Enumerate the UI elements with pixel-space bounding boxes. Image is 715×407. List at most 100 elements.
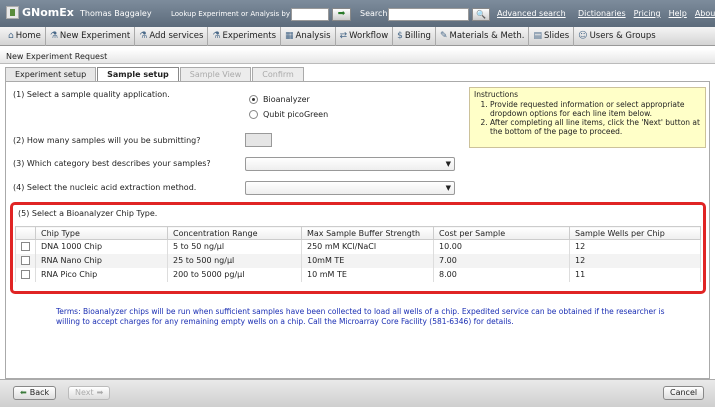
tab-sample-view: Sample View <box>179 67 252 81</box>
sample-category-select[interactable]: ▼ <box>245 157 455 171</box>
table-header-row: Chip Type Concentration Range Max Sample… <box>15 226 701 240</box>
advanced-search-link[interactable]: Advanced search <box>497 9 566 18</box>
arrow-right-icon: ➡ <box>337 9 346 19</box>
chevron-down-icon: ▼ <box>445 160 451 168</box>
question-4: (4) Select the nucleic acid extraction m… <box>13 183 197 192</box>
about-link[interactable]: About <box>695 9 715 18</box>
wizard-tabs: Experiment setup Sample setup Sample Vie… <box>5 67 305 81</box>
chip-type-cell: DNA 1000 Chip <box>35 239 168 254</box>
column-header[interactable]: Concentration Range <box>167 226 302 240</box>
question-1: (1) Select a sample quality application. <box>13 90 170 99</box>
concentration-cell: 25 to 500 ng/µl <box>167 253 302 268</box>
cost-cell: 8.00 <box>433 267 570 282</box>
flask-icon: ⚗ <box>139 31 148 41</box>
nav-billing[interactable]: $ Billing <box>393 26 436 46</box>
nav-analysis[interactable]: ▦ Analysis <box>281 26 336 46</box>
select-column-header <box>15 226 36 240</box>
nav-users-groups[interactable]: ☺ Users & Groups <box>574 27 660 46</box>
help-link[interactable]: Help <box>669 9 687 18</box>
question-2: (2) How many samples will you be submitt… <box>13 136 201 145</box>
question-3: (3) Which category best describes your s… <box>13 159 211 168</box>
search-label: Search <box>360 9 388 18</box>
chevron-down-icon: ▼ <box>445 184 451 192</box>
instructions-list: Provide requested information or select … <box>474 100 701 136</box>
buffer-strength-cell: 250 mM KCl/NaCl <box>301 239 434 254</box>
next-button: Next ➡ <box>68 386 111 400</box>
radio-bioanalyzer[interactable]: Bioanalyzer <box>249 95 310 104</box>
panel-title: New Experiment Request <box>0 50 715 64</box>
billing-icon: $ <box>397 31 403 41</box>
lookup-go-button[interactable]: ➡ <box>332 8 351 21</box>
header-links: Dictionaries Pricing Help About <box>578 9 715 18</box>
main-nav: ⌂ Home ⚗ New Experiment ⚗ Add services ⚗ Exp… <box>0 26 715 46</box>
nav-workflow[interactable]: ⇄ Workflow <box>336 26 394 46</box>
column-header[interactable]: Chip Type <box>35 226 168 240</box>
buffer-strength-cell: 10 mM TE <box>301 267 434 282</box>
slides-icon: ▤ <box>533 31 542 41</box>
column-header[interactable]: Sample Wells per Chip <box>569 226 701 240</box>
bottom-toolbar: ⬅ Back Next ➡ Cancel <box>0 379 715 407</box>
lookup-label: Lookup Experiment or Analysis by # <box>171 10 299 18</box>
nav-slides[interactable]: ▤ Slides <box>529 26 575 46</box>
chip-type-section: (5) Select a Bioanalyzer Chip Type. Chip… <box>10 202 706 294</box>
back-button[interactable]: ⬅ Back <box>13 386 57 400</box>
wells-cell: 11 <box>569 267 701 282</box>
user-name: Thomas Baggaley <box>80 9 152 18</box>
top-bar: GNomEx Thomas Baggaley Lookup Experiment… <box>0 0 715 27</box>
materials-icon: ✎ <box>439 31 448 41</box>
nav-materials[interactable]: ✎ Materials & Meth. <box>436 26 530 46</box>
row-checkbox[interactable] <box>21 242 30 252</box>
arrow-right-icon: ➡ <box>96 388 104 397</box>
dictionaries-link[interactable]: Dictionaries <box>578 9 626 18</box>
arrow-left-icon: ⬅ <box>20 388 27 397</box>
chip-type-cell: RNA Nano Chip <box>35 253 168 268</box>
gnomex-logo-icon <box>6 6 19 19</box>
tab-experiment-setup[interactable]: Experiment setup <box>5 67 97 81</box>
users-icon: ☺ <box>578 31 588 41</box>
chart-icon: ▦ <box>285 31 294 41</box>
tab-confirm: Confirm <box>252 67 304 81</box>
table-row[interactable]: RNA Pico Chip 200 to 5000 pg/µl 10 mM TE… <box>15 267 701 282</box>
cancel-button[interactable]: Cancel <box>663 386 705 400</box>
nav-add-services[interactable]: ⚗ Add services <box>135 26 209 46</box>
question-5: (5) Select a Bioanalyzer Chip Type. <box>18 209 158 218</box>
search-button[interactable]: 🔍 <box>472 8 490 21</box>
row-checkbox[interactable] <box>21 256 30 265</box>
concentration-cell: 5 to 50 ng/µl <box>167 239 302 254</box>
chip-type-cell: RNA Pico Chip <box>35 267 168 282</box>
sample-count-input[interactable] <box>245 133 272 147</box>
row-checkbox[interactable] <box>21 270 30 279</box>
search-input[interactable] <box>388 8 469 21</box>
radio-selected-icon <box>249 95 258 104</box>
app-name: GNomEx <box>22 6 74 19</box>
cost-cell: 10.00 <box>433 239 570 254</box>
sample-setup-panel: (1) Select a sample quality application.… <box>5 81 710 379</box>
instructions-title: Instructions <box>474 90 519 99</box>
search-icon: 🔍 <box>476 10 486 19</box>
table-row[interactable]: RNA Nano Chip 25 to 500 ng/µl 10mM TE 7.… <box>15 253 701 268</box>
buffer-strength-cell: 10mM TE <box>301 253 434 268</box>
chip-type-table: Chip Type Concentration Range Max Sample… <box>15 226 701 282</box>
wells-cell: 12 <box>569 253 701 268</box>
wells-cell: 12 <box>569 239 701 254</box>
concentration-cell: 200 to 5000 pg/µl <box>167 267 302 282</box>
workflow-icon: ⇄ <box>339 31 348 41</box>
nav-new-experiment[interactable]: ⚗ New Experiment <box>46 26 136 46</box>
app-logo[interactable]: GNomEx <box>6 6 74 19</box>
nav-home[interactable]: ⌂ Home <box>4 26 46 46</box>
column-header[interactable]: Cost per Sample <box>433 226 570 240</box>
cost-cell: 7.00 <box>433 253 570 268</box>
column-header[interactable]: Max Sample Buffer Strength <box>301 226 434 240</box>
table-row[interactable]: DNA 1000 Chip 5 to 50 ng/µl 250 mM KCl/N… <box>15 239 701 254</box>
extraction-method-select[interactable]: ▼ <box>245 181 455 195</box>
flask-icon: ⚗ <box>212 31 221 41</box>
pricing-link[interactable]: Pricing <box>634 9 661 18</box>
lookup-input[interactable] <box>291 8 329 21</box>
nav-experiments[interactable]: ⚗ Experiments <box>208 26 282 46</box>
instruction-item: Provide requested information or select … <box>490 100 701 118</box>
tab-sample-setup[interactable]: Sample setup <box>97 67 179 81</box>
instructions-box: Instructions Provide requested informati… <box>469 87 706 148</box>
radio-qubit[interactable]: Qubit picoGreen <box>249 110 328 119</box>
flask-icon: ⚗ <box>49 31 58 41</box>
home-icon: ⌂ <box>8 31 14 41</box>
